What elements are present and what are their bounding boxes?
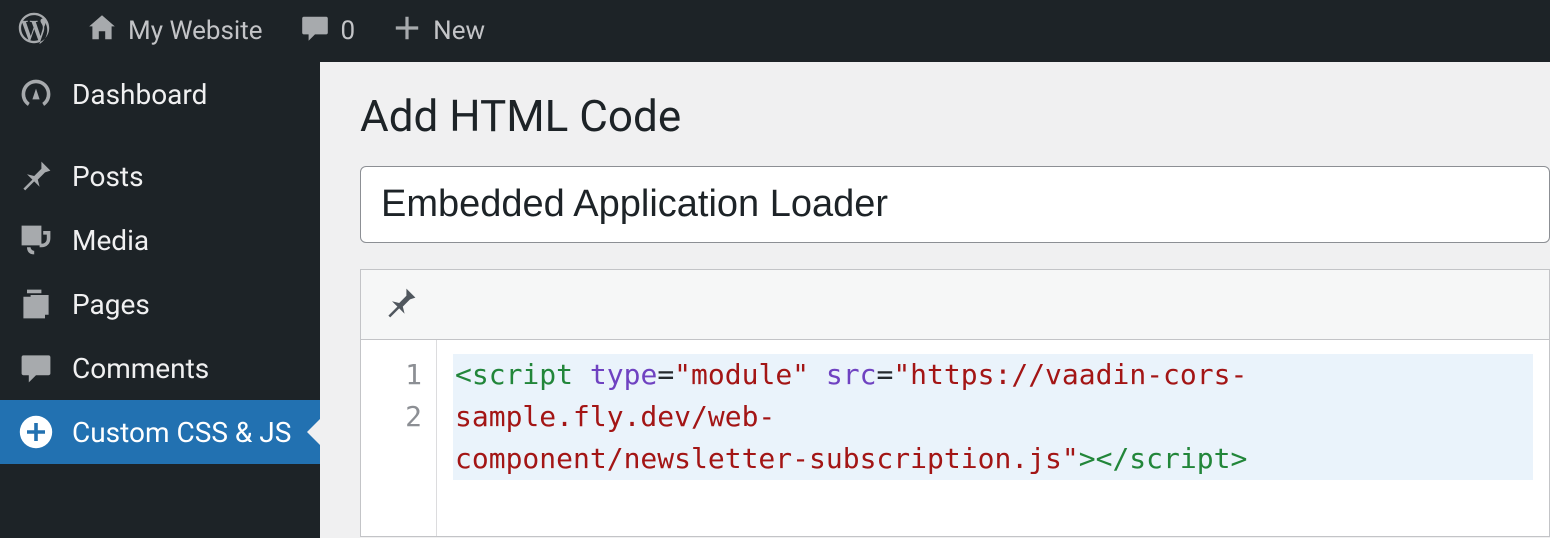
sidebar-item-posts[interactable]: Posts	[0, 144, 320, 208]
comment-icon	[299, 12, 331, 51]
admin-bar: My Website 0 New	[0, 0, 1550, 62]
comments-link[interactable]: 0	[291, 0, 364, 62]
sidebar-item-label: Comments	[72, 352, 209, 385]
new-label: New	[433, 16, 485, 46]
new-content-link[interactable]: New	[383, 0, 493, 62]
code-lines: <script type="module" src="https://vaadi…	[437, 340, 1549, 536]
main-content: Add HTML Code 1 2 <script type="module" …	[320, 62, 1550, 538]
pin-tool-icon[interactable]	[383, 285, 419, 325]
plus-circle-icon	[18, 414, 54, 450]
code-line: <script type="module" src="https://vaadi…	[453, 354, 1533, 480]
site-name-link[interactable]: My Website	[78, 0, 271, 62]
editor-toolbar	[361, 270, 1549, 340]
line-gutter: 1 2	[361, 340, 437, 536]
dashboard-icon	[18, 76, 54, 112]
code-title-input[interactable]	[360, 166, 1550, 243]
line-number: 2	[361, 396, 422, 438]
comment-count: 0	[341, 16, 356, 46]
sidebar-item-media[interactable]: Media	[0, 208, 320, 272]
plus-icon	[391, 12, 423, 51]
sidebar-item-dashboard[interactable]: Dashboard	[0, 62, 320, 126]
sidebar-item-pages[interactable]: Pages	[0, 272, 320, 336]
sidebar-item-label: Media	[72, 224, 149, 257]
admin-sidebar: Dashboard Posts Media Pages Comments Cus…	[0, 62, 320, 538]
pin-icon	[18, 158, 54, 194]
sidebar-item-label: Posts	[72, 160, 144, 193]
code-area[interactable]: 1 2 <script type="module" src="https://v…	[361, 340, 1549, 536]
sidebar-item-label: Pages	[72, 288, 150, 321]
sidebar-item-custom-css-js[interactable]: Custom CSS & JS	[0, 400, 320, 464]
wordpress-logo[interactable]	[10, 0, 58, 62]
sidebar-item-label: Dashboard	[72, 78, 207, 111]
home-icon	[86, 12, 118, 51]
sidebar-item-label: Custom CSS & JS	[72, 416, 291, 449]
line-number: 1	[361, 354, 422, 396]
code-editor: 1 2 <script type="module" src="https://v…	[360, 269, 1550, 537]
pages-icon	[18, 286, 54, 322]
site-name-label: My Website	[128, 16, 263, 46]
sidebar-item-comments[interactable]: Comments	[0, 336, 320, 400]
media-icon	[18, 222, 54, 258]
code-line	[453, 480, 1533, 522]
page-title: Add HTML Code	[360, 90, 1550, 142]
comments-icon	[18, 350, 54, 386]
wordpress-icon	[18, 12, 50, 51]
